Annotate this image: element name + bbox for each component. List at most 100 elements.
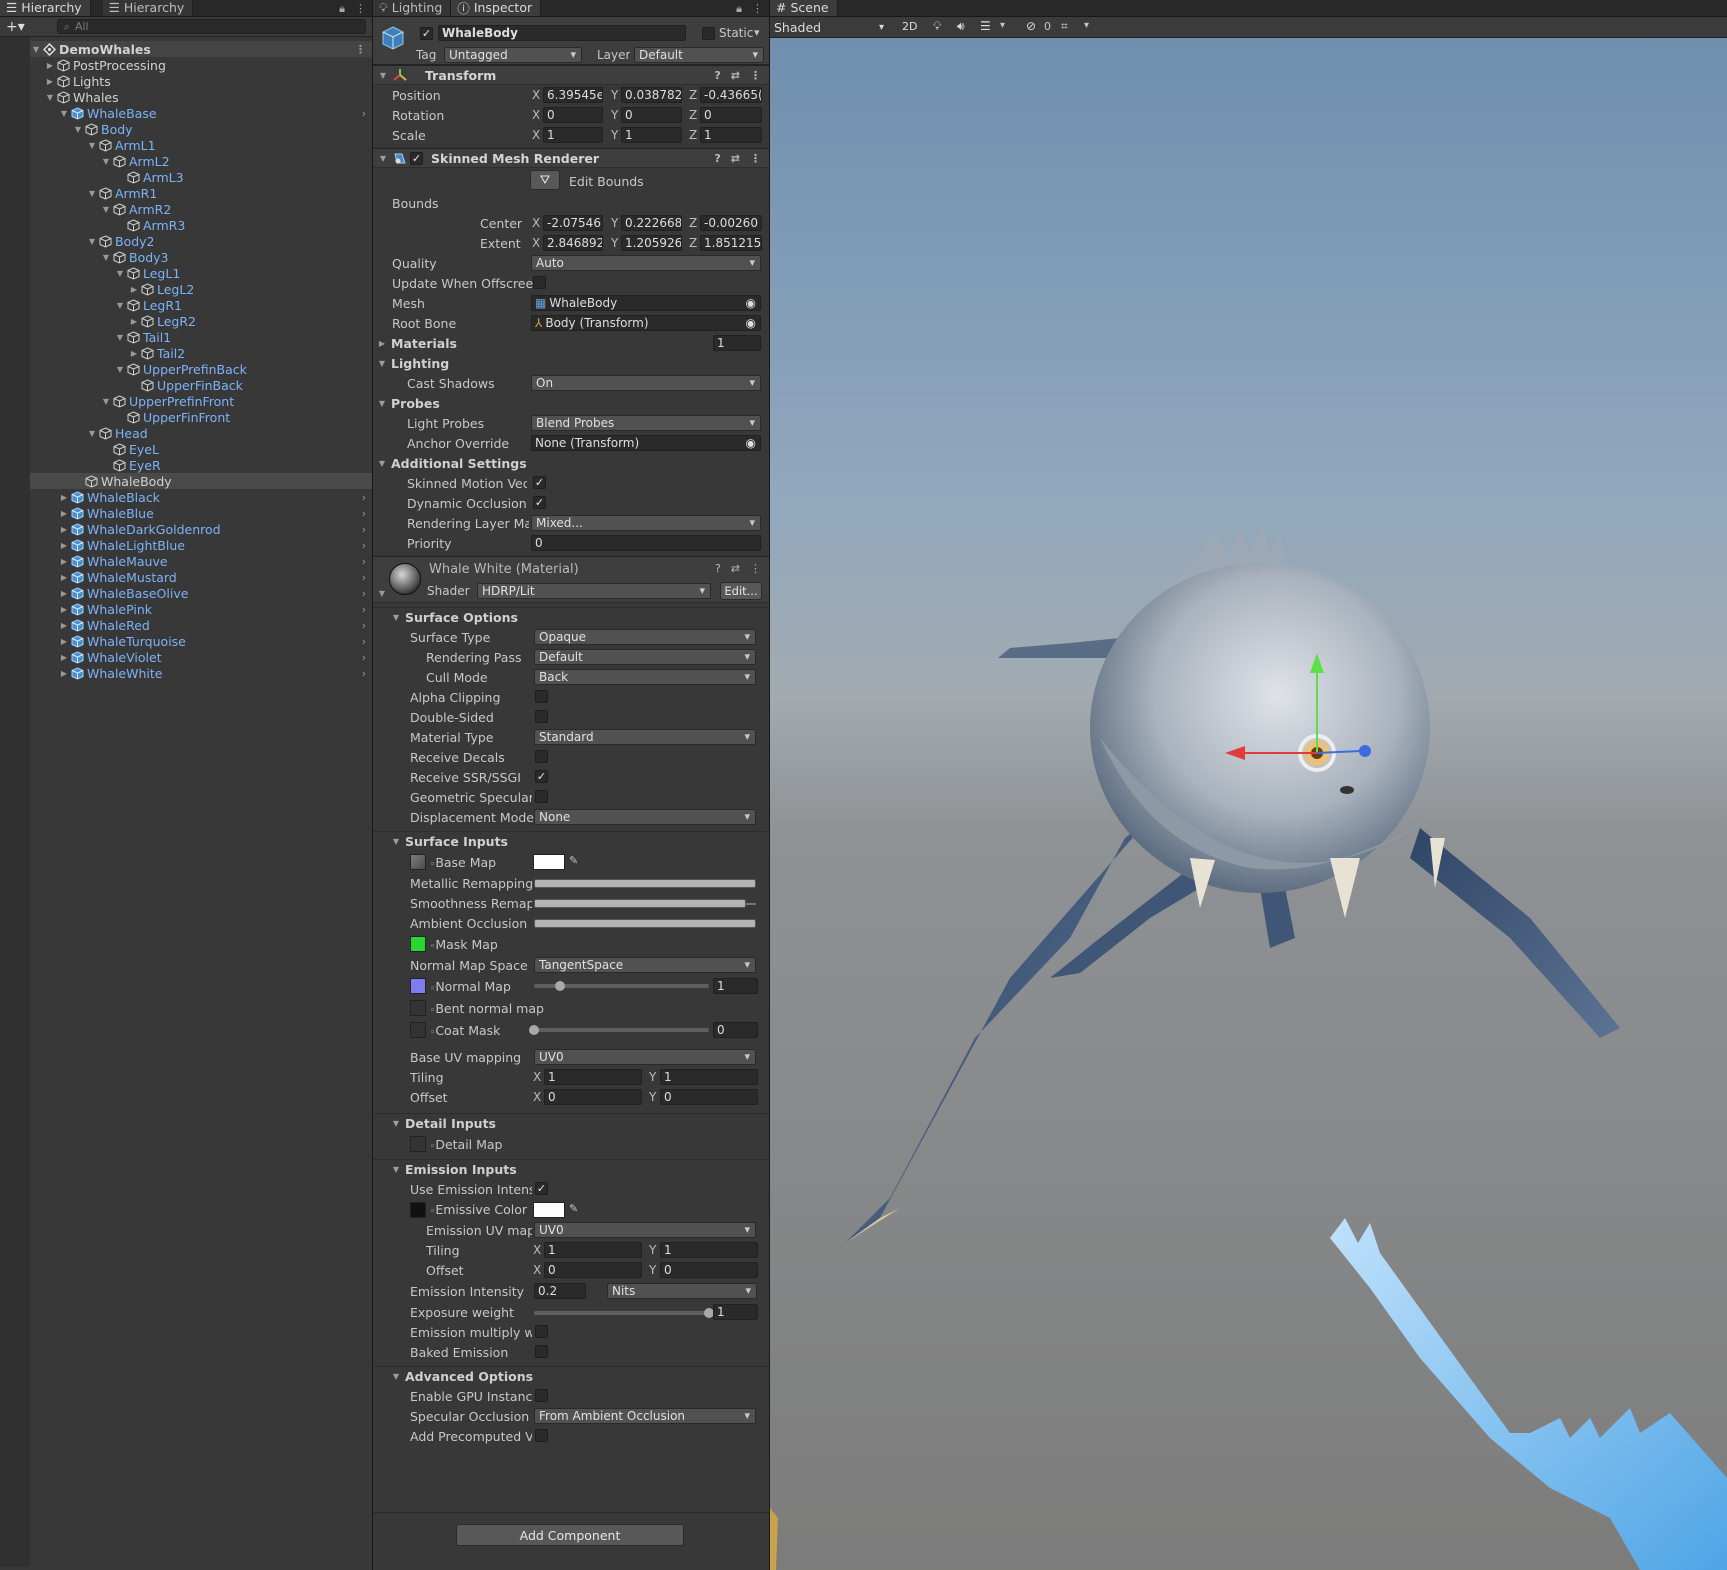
preset-icon[interactable]: ⇄	[731, 562, 740, 575]
expand-arrow-icon[interactable]: ▶	[58, 509, 70, 518]
help-icon[interactable]: ?	[714, 152, 720, 165]
expand-arrow-icon[interactable]: ▶	[58, 653, 70, 662]
geometric-specular-checkbox[interactable]	[535, 790, 548, 803]
expand-arrow-icon[interactable]: ▶	[128, 317, 140, 326]
open-prefab-arrow-icon[interactable]: ›	[362, 571, 366, 584]
expand-arrow-icon[interactable]: ▶	[58, 589, 70, 598]
collapse-arrow-icon[interactable]: ▼	[58, 109, 70, 118]
skinned-mesh-renderer-header[interactable]: ▼ ✓ Skinned Mesh Renderer ? ⇄ ⋮	[373, 148, 769, 168]
coat-mask-slider-knob[interactable]	[529, 1025, 539, 1035]
detail-inputs-header[interactable]: ▼ Detail Inputs	[373, 1113, 769, 1133]
rotation-z-field[interactable]: 0	[700, 107, 762, 123]
emission-tiling-x-field[interactable]: 1	[544, 1242, 642, 1258]
update-offscreen-checkbox[interactable]	[533, 276, 546, 289]
position-z-field[interactable]: -0.43665(	[700, 87, 762, 103]
expand-arrow-icon[interactable]: ▶	[58, 637, 70, 646]
hierarchy-item[interactable]: ▼ LegR1	[30, 297, 372, 313]
hierarchy-item[interactable]: UpperFinFront	[30, 409, 372, 425]
metallic-range-slider[interactable]	[534, 879, 756, 888]
hierarchy-item[interactable]: ▼ LegL1	[30, 265, 372, 281]
position-x-field[interactable]: 6.39545e-	[543, 87, 603, 103]
lighting-foldout[interactable]: ▼ Lighting	[373, 353, 769, 373]
alpha-clipping-checkbox[interactable]	[535, 690, 548, 703]
open-prefab-arrow-icon[interactable]: ›	[362, 603, 366, 616]
base-map-thumbnail[interactable]	[410, 854, 426, 870]
base-color-swatch[interactable]	[533, 854, 565, 870]
open-prefab-arrow-icon[interactable]: ›	[362, 587, 366, 600]
materials-count-field[interactable]: 1	[713, 335, 761, 351]
rendering-layer-dropdown[interactable]: Mixed...	[531, 515, 761, 531]
expand-arrow-icon[interactable]: ▶	[58, 493, 70, 502]
edit-bounds-button[interactable]: ⛛	[530, 170, 560, 190]
preset-icon[interactable]: ⇄	[731, 152, 740, 165]
eyedropper-icon[interactable]: ✎	[569, 1202, 578, 1215]
kebab-menu-icon[interactable]: ⋮	[750, 562, 761, 575]
expand-arrow-icon[interactable]: ▶	[58, 669, 70, 678]
normal-space-dropdown[interactable]: TangentSpace	[534, 957, 756, 973]
kebab-menu-icon[interactable]: ⋮	[750, 69, 761, 82]
grid-toggle-icon[interactable]: ⌗	[1061, 19, 1068, 34]
smoothness-range-slider[interactable]	[534, 899, 746, 908]
kebab-menu-icon[interactable]: ⋮	[355, 43, 366, 56]
hierarchy-scene-root[interactable]: ▼ DemoWhales ⋮	[30, 41, 372, 57]
displacement-dropdown[interactable]: None	[534, 809, 756, 825]
hierarchy-item[interactable]: ▼ Whales	[30, 89, 372, 105]
surface-inputs-header[interactable]: ▼ Surface Inputs	[373, 831, 769, 851]
expand-arrow-icon[interactable]: ▶	[128, 349, 140, 358]
center-x-field[interactable]: -2.07546	[543, 215, 603, 231]
add-component-button[interactable]: Add Component	[456, 1524, 684, 1546]
object-picker-icon[interactable]: ◉	[746, 296, 756, 310]
coat-mask-thumbnail[interactable]	[410, 1022, 426, 1038]
emissive-map-thumbnail[interactable]	[410, 1202, 426, 1218]
collapse-arrow-icon[interactable]: ▼	[100, 205, 112, 214]
receive-ssr-checkbox[interactable]: ✓	[535, 770, 548, 783]
emission-uv-dropdown[interactable]: UV0	[534, 1222, 756, 1238]
hierarchy-item[interactable]: ▶ Tail2	[30, 345, 372, 361]
collapse-arrow-icon[interactable]: ▼	[30, 45, 42, 54]
collapse-arrow-icon[interactable]: ▼	[114, 333, 126, 342]
open-prefab-arrow-icon[interactable]: ›	[362, 635, 366, 648]
cull-mode-dropdown[interactable]: Back	[534, 669, 756, 685]
open-prefab-arrow-icon[interactable]: ›	[362, 651, 366, 664]
tiling-x-field[interactable]: 1	[544, 1069, 642, 1085]
expand-arrow-icon[interactable]: ▶	[58, 557, 70, 566]
collapse-arrow-icon[interactable]: ▼	[100, 253, 112, 262]
position-y-field[interactable]: 0.038782(	[621, 87, 682, 103]
expand-arrow-icon[interactable]: ▶	[58, 541, 70, 550]
kebab-menu-icon[interactable]: ⋮	[355, 2, 366, 15]
hierarchy-item[interactable]: ▶ WhalePink ›	[30, 601, 372, 617]
hierarchy-item[interactable]: ▶ WhaleDarkGoldenrod ›	[30, 521, 372, 537]
hierarchy-item[interactable]: ▼ Body	[30, 121, 372, 137]
cast-shadows-dropdown[interactable]: On	[531, 375, 761, 391]
hierarchy-item[interactable]: ▼ UpperPrefinBack	[30, 361, 372, 377]
priority-field[interactable]: 0	[531, 535, 761, 551]
center-y-field[interactable]: 0.222668	[621, 215, 682, 231]
hierarchy-item[interactable]: ▼ Body2	[30, 233, 372, 249]
hierarchy-item[interactable]: ▶ WhaleWhite ›	[30, 665, 372, 681]
root-bone-field[interactable]: ⅄ Body (Transform) ◉	[531, 315, 761, 331]
effects-toggle-icon[interactable]: ☰	[980, 19, 991, 33]
normal-map-thumbnail[interactable]	[410, 978, 426, 994]
hierarchy-item[interactable]: ▶ WhaleBlue ›	[30, 505, 372, 521]
emission-inputs-header[interactable]: ▼ Emission Inputs	[373, 1159, 769, 1179]
normal-map-slider-knob[interactable]	[555, 981, 566, 991]
gpu-instancing-checkbox[interactable]	[535, 1389, 548, 1402]
tag-dropdown[interactable]: Untagged	[444, 47, 582, 63]
hierarchy-item[interactable]: EyeL	[30, 441, 372, 457]
hierarchy-item[interactable]: ▶ WhaleViolet ›	[30, 649, 372, 665]
center-z-field[interactable]: -0.00260	[700, 215, 762, 231]
material-type-dropdown[interactable]: Standard	[534, 729, 756, 745]
quality-dropdown[interactable]: Auto	[531, 255, 761, 271]
object-picker-icon[interactable]: ◉	[746, 316, 756, 330]
normal-map-field[interactable]: 1	[713, 978, 758, 994]
baked-emission-checkbox[interactable]	[535, 1345, 548, 1358]
receive-decals-checkbox[interactable]	[535, 750, 548, 763]
hierarchy-item[interactable]: ▶ WhaleTurquoise ›	[30, 633, 372, 649]
dynamic-occlusion-checkbox[interactable]: ✓	[533, 496, 546, 509]
base-uv-dropdown[interactable]: UV0	[534, 1049, 756, 1065]
open-prefab-arrow-icon[interactable]: ›	[362, 539, 366, 552]
audio-toggle-icon[interactable]: 🔊︎	[957, 19, 965, 34]
rendering-pass-dropdown[interactable]: Default	[534, 649, 756, 665]
collapse-arrow-icon[interactable]: ▼	[114, 365, 126, 374]
emission-tiling-y-field[interactable]: 1	[660, 1242, 758, 1258]
